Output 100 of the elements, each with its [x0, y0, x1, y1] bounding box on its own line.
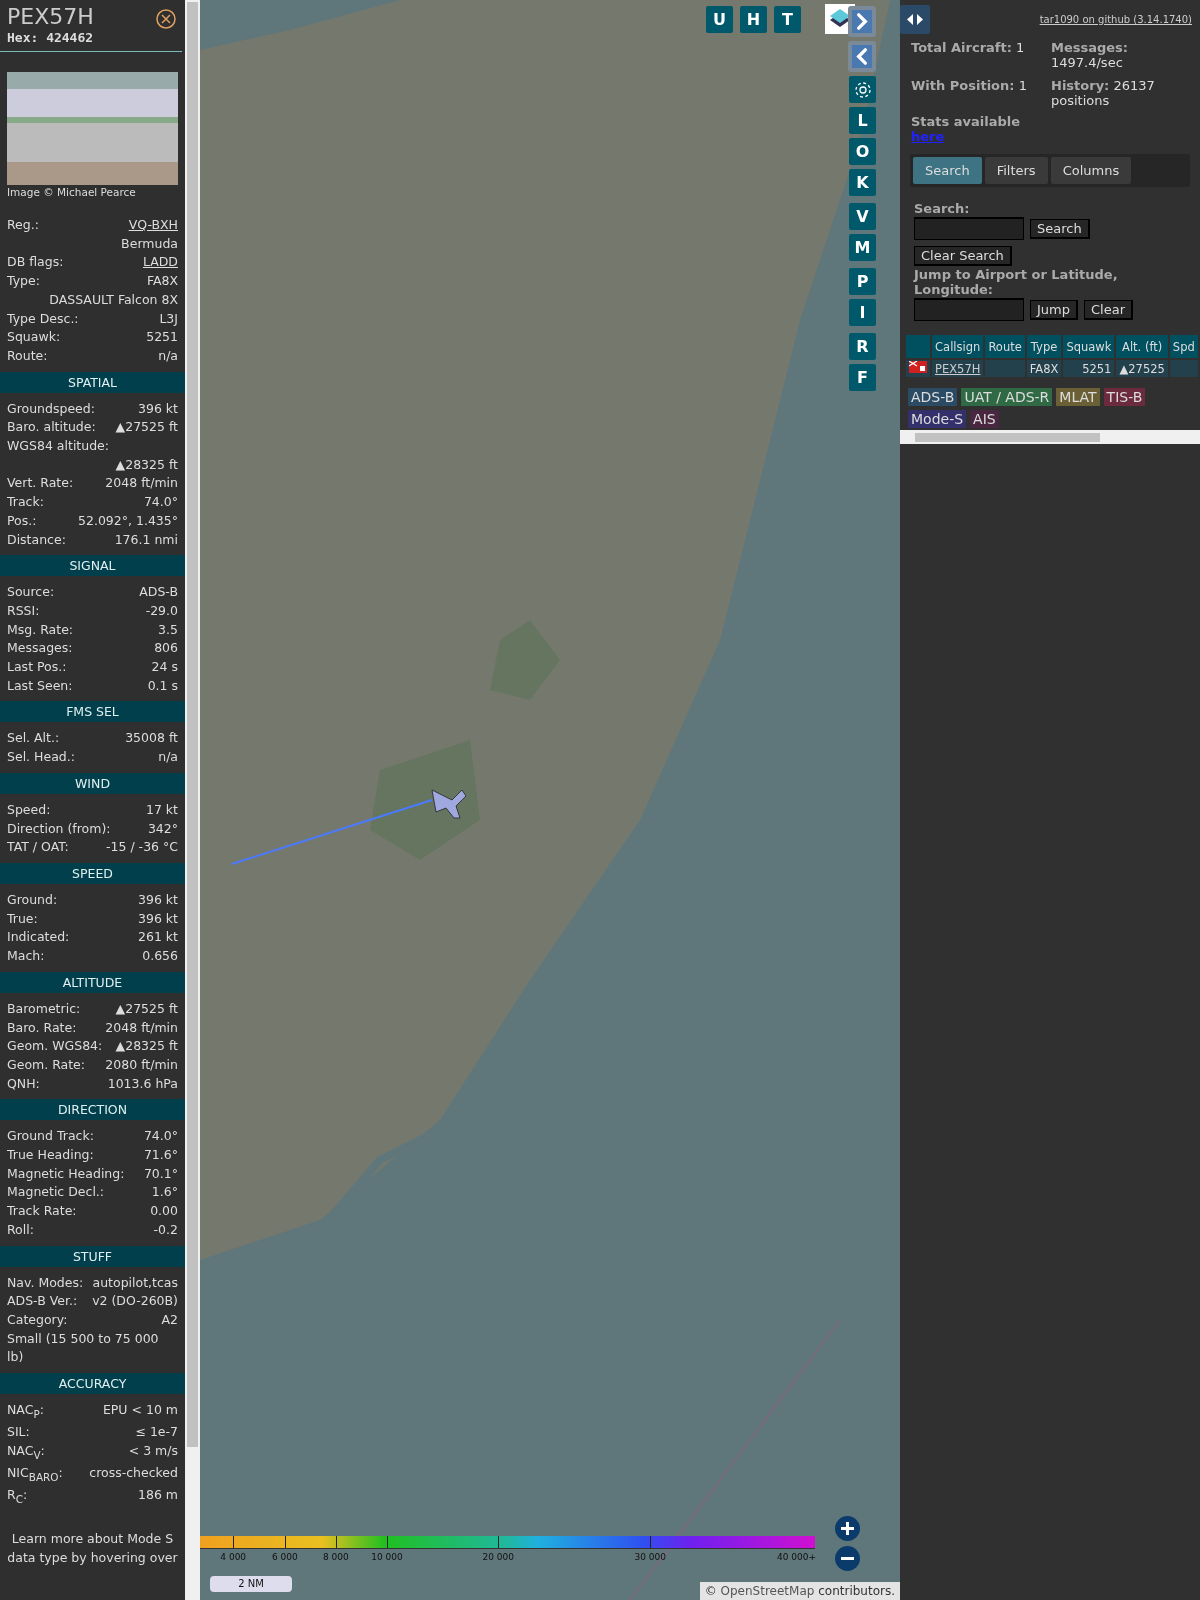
field-value: EPU < 10 m: [102, 1401, 178, 1420]
field-label: TAT / OAT:: [7, 838, 69, 857]
section-header: ACCURACY: [0, 1373, 185, 1395]
field-value: ▲28325 ft: [115, 1037, 178, 1056]
section-header: FMS SEL: [0, 701, 185, 723]
next-button[interactable]: [848, 6, 876, 37]
tab[interactable]: Search: [913, 157, 982, 184]
source-tag: TIS-B: [1103, 388, 1146, 406]
field-label: Magnetic Heading:: [7, 1164, 125, 1183]
scrollbar-thumb[interactable]: [187, 2, 198, 1447]
field-value: ▲27525 ft: [115, 418, 178, 437]
scrollbar-thumb[interactable]: [915, 433, 1100, 442]
column-header[interactable]: Squawk: [1063, 335, 1115, 358]
zoom-out-icon[interactable]: [835, 1546, 860, 1571]
help-text: Learn more about Mode S data type by hovering over: [6, 1529, 179, 1567]
field-value: cross-checked: [89, 1464, 178, 1483]
field-label: Sel. Alt.:: [7, 729, 60, 748]
field-value: 5251: [146, 328, 178, 347]
column-header[interactable]: Route: [985, 335, 1025, 358]
settings-button[interactable]: [849, 76, 876, 103]
field-label: Baro. Rate:: [7, 1018, 77, 1037]
search-field[interactable]: [914, 217, 1024, 240]
field-label: Mach:: [7, 947, 45, 966]
table-cell: 5251: [1063, 360, 1115, 377]
altitude-label: 4 000: [220, 1552, 247, 1562]
callsign-title: PEX57H: [7, 4, 94, 30]
callsign-link[interactable]: PEX57H: [935, 361, 981, 376]
field-label: Groundspeed:: [7, 399, 95, 418]
field-label: R$_{C}$:: [7, 1486, 28, 1507]
clear-button[interactable]: Clear: [1084, 299, 1133, 320]
source-tag: ADS-B: [908, 388, 958, 406]
map-toggle-button[interactable]: U: [706, 6, 733, 33]
field-value: 3.5: [158, 620, 178, 639]
field-value: 2080 ft/min: [105, 1055, 178, 1074]
section-header: SIGNAL: [0, 555, 185, 577]
map-toggle-button[interactable]: L: [849, 107, 876, 134]
clear-search-button[interactable]: Clear Search: [914, 246, 1012, 266]
field-link[interactable]: LADD: [142, 253, 178, 273]
map-toggle-button[interactable]: V: [849, 203, 876, 230]
airplane-icon[interactable]: [431, 789, 467, 819]
map-toggle-button[interactable]: H: [740, 6, 767, 33]
field-link[interactable]: VQ-BXH: [128, 216, 178, 235]
field-value: ▲27525 ft: [115, 999, 178, 1018]
field-label: Source:: [7, 583, 55, 602]
jump-field[interactable]: [914, 298, 1024, 321]
section-header: ALTITUDE: [0, 971, 185, 993]
field-label: Geom. WGS84:: [7, 1037, 103, 1056]
field-label: Type:: [7, 272, 40, 291]
photo-credit: Image © Michael Pearce: [7, 186, 137, 198]
section-header: DIRECTION: [0, 1099, 185, 1121]
version-link[interactable]: tar1090 on github (3.14.1740): [1039, 14, 1192, 25]
map-toggle-button[interactable]: K: [849, 169, 876, 196]
map-toggle-button[interactable]: M: [849, 234, 876, 261]
field-value: 342°: [147, 819, 178, 838]
field-label: Distance:: [7, 530, 66, 549]
stat-text: With Position: 1: [911, 78, 1028, 95]
map-toggle-button[interactable]: R: [849, 333, 876, 360]
hex-code: Hex: 424462: [7, 30, 94, 45]
map-toggle-button[interactable]: T: [774, 6, 801, 33]
section-header: WIND: [0, 772, 185, 794]
tab[interactable]: Columns: [1050, 157, 1132, 184]
jump-label: Jump to Airport or Latitude, Longitude:: [914, 267, 1119, 297]
altitude-label: 8 000: [323, 1552, 349, 1562]
back-button[interactable]: [848, 41, 876, 72]
column-header[interactable]: Alt. (ft): [1116, 335, 1168, 358]
field-value: n/a: [158, 346, 178, 365]
flag-icon: [909, 361, 927, 373]
search-button[interactable]: Search: [1030, 218, 1090, 239]
field-value: L3J: [159, 309, 178, 328]
map-toggle-button[interactable]: P: [849, 268, 876, 295]
field-value: -0.2: [153, 1220, 178, 1239]
column-header[interactable]: Callsign: [932, 335, 984, 358]
panel-toggle-icon[interactable]: [900, 5, 930, 34]
stats-note: Stats available here: [910, 113, 1022, 144]
field-label: ADS-B Ver.:: [7, 1292, 78, 1311]
field-label: Baro. altitude:: [7, 418, 96, 437]
tab[interactable]: Filters: [984, 157, 1048, 184]
column-header[interactable]: Spd: [1169, 335, 1198, 358]
close-icon[interactable]: [156, 9, 176, 29]
field-value: 396 kt: [138, 891, 178, 909]
field-label: Track Rate:: [7, 1202, 77, 1221]
field-label: QNH:: [7, 1074, 40, 1093]
field-label: True:: [7, 909, 38, 928]
map-toggle-button[interactable]: I: [849, 299, 876, 326]
field-label: Type Desc.:: [7, 309, 79, 328]
table-cell: FA8X: [1026, 360, 1062, 377]
field-value: Bermuda: [121, 235, 178, 251]
column-header[interactable]: Type: [1026, 335, 1062, 358]
field-label: Pos.:: [7, 511, 37, 530]
field-value: 70.1°: [143, 1164, 178, 1183]
search-label: Search:: [914, 201, 971, 216]
table-cell: [985, 360, 1025, 377]
altitude-label: 20 000: [482, 1552, 514, 1562]
field-label: NAC$_{P}$:: [7, 1401, 44, 1422]
jump-button[interactable]: Jump: [1030, 299, 1078, 320]
map-toggle-button[interactable]: O: [849, 138, 876, 165]
attribution-link[interactable]: OpenStreetMap: [720, 1584, 815, 1598]
zoom-in-icon[interactable]: [835, 1516, 860, 1541]
stat-text: Messages: 1497.4/sec: [1051, 40, 1130, 70]
map-toggle-button[interactable]: F: [849, 364, 876, 391]
